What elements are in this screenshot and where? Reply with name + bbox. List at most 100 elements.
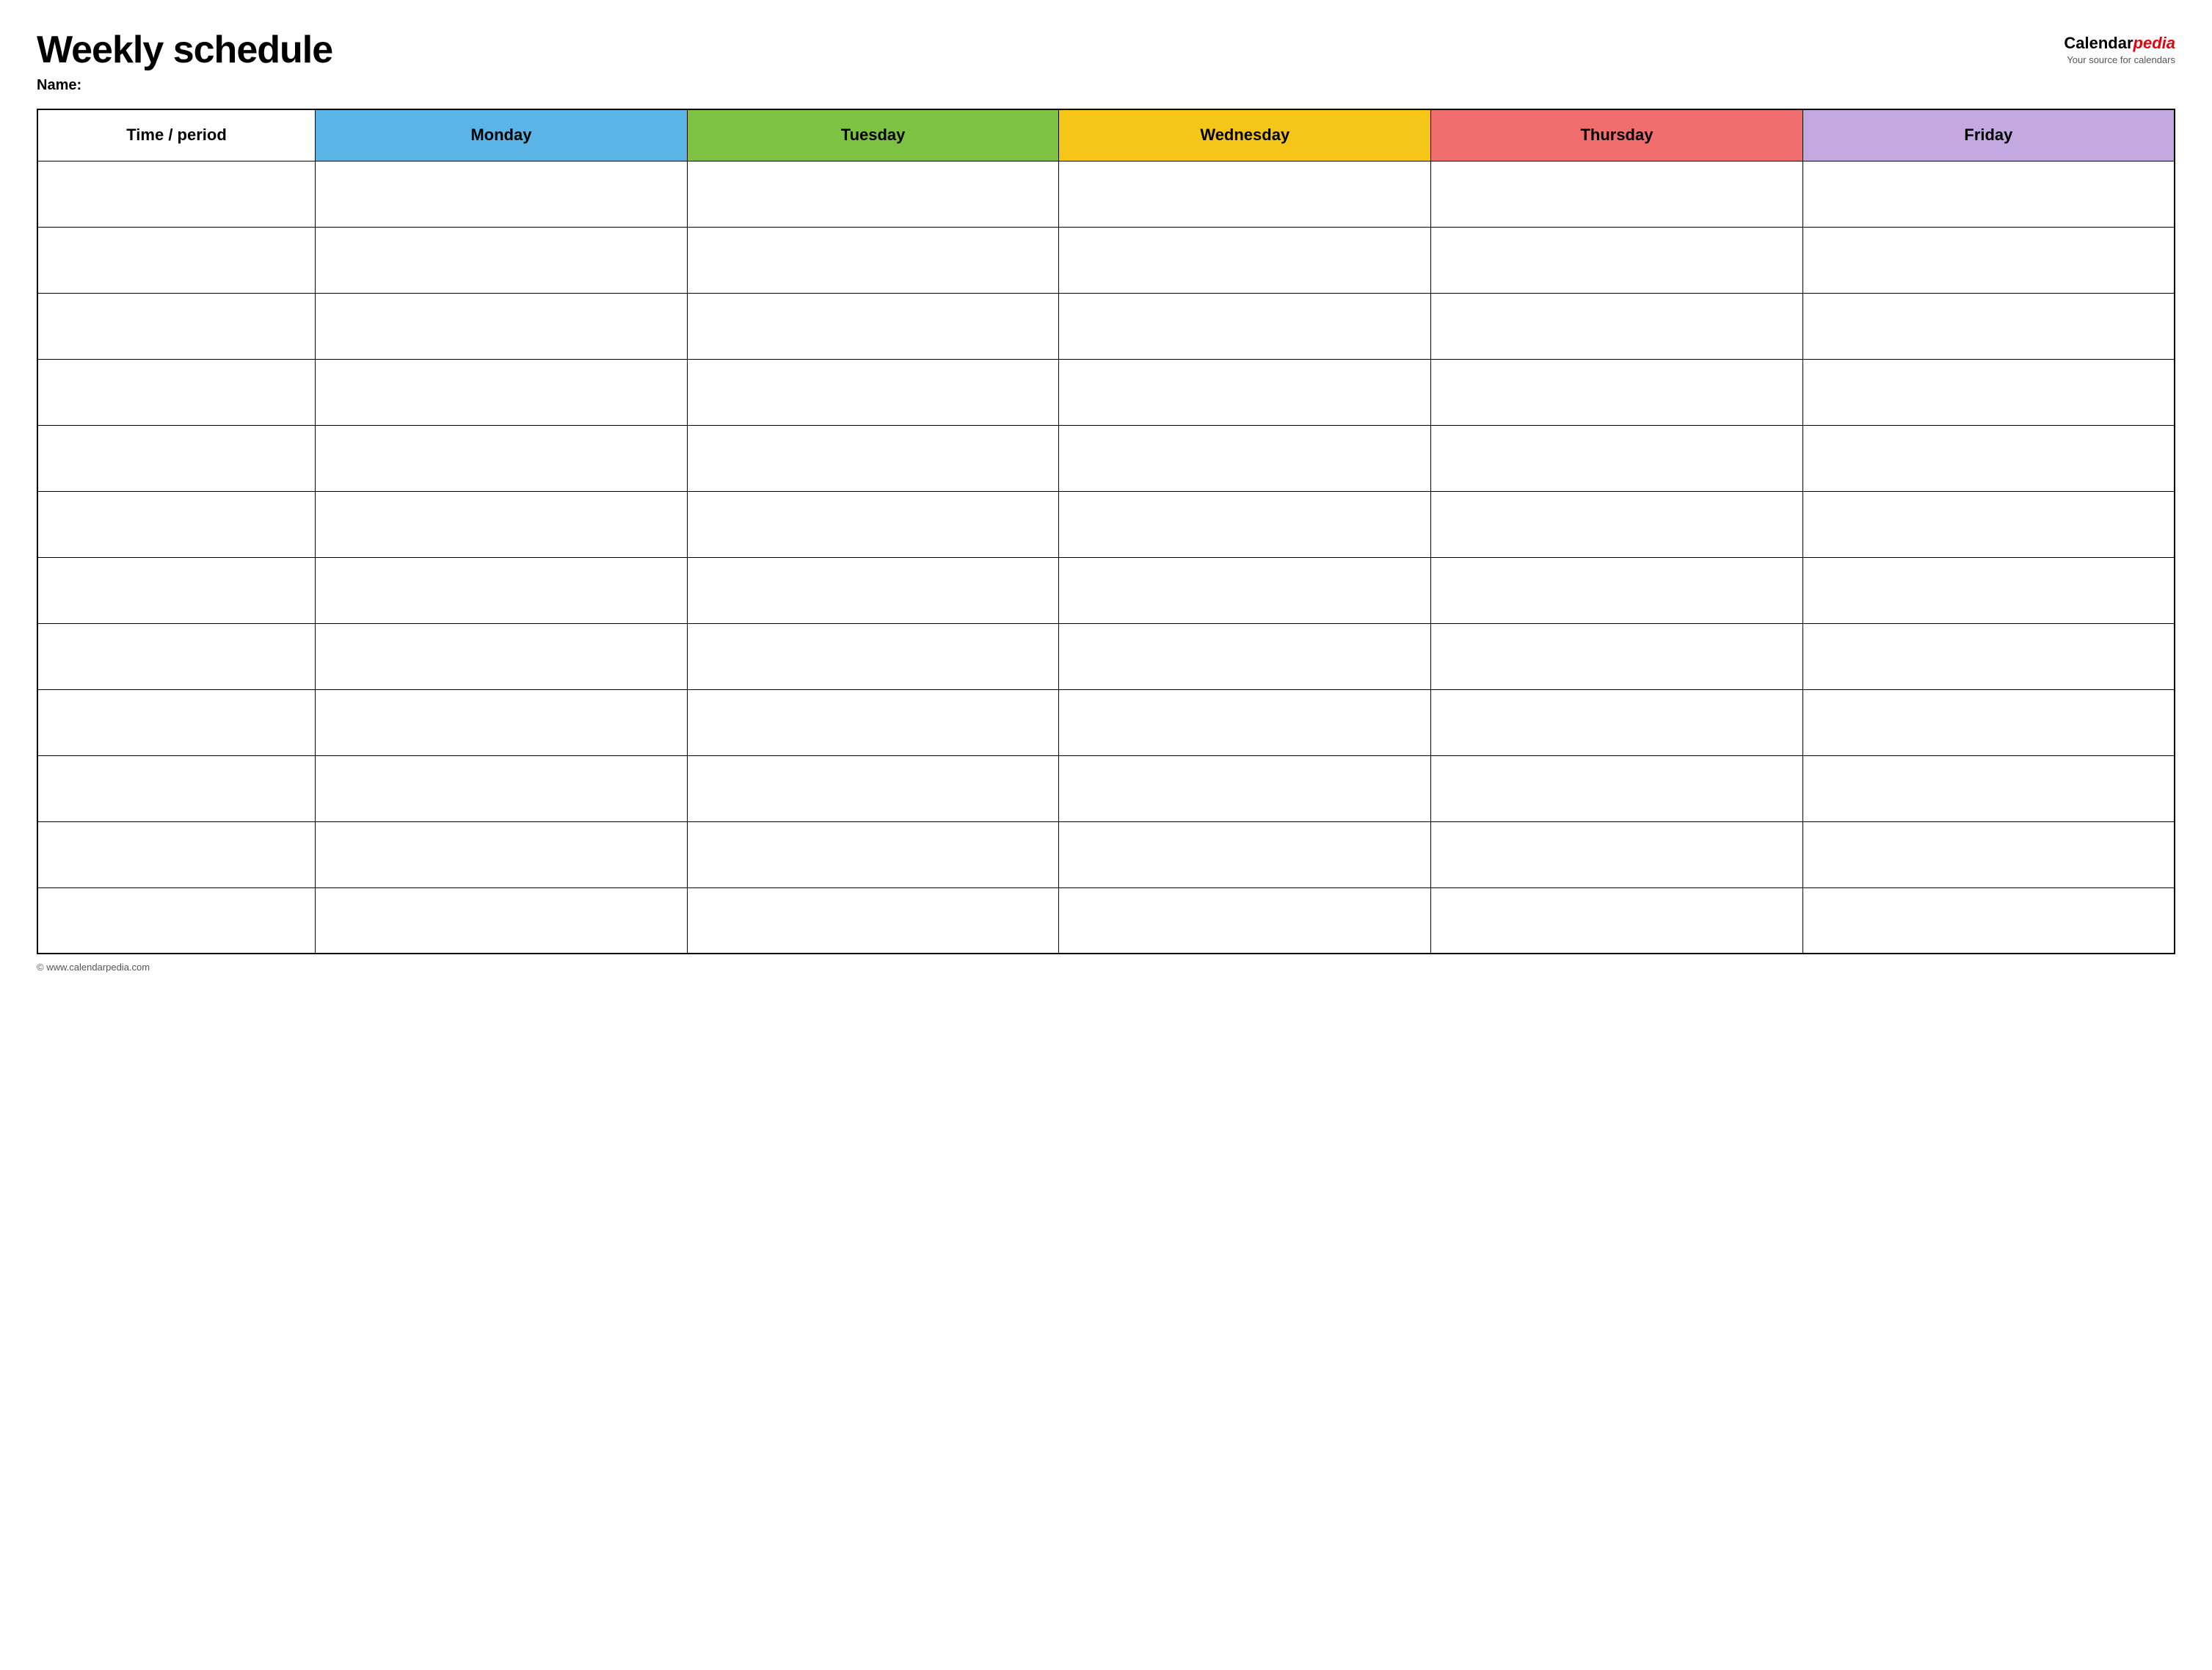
col-header-friday: Friday: [1802, 109, 2175, 161]
logo-italic-text: pedia: [2133, 34, 2175, 52]
schedule-cell[interactable]: [1431, 425, 1803, 491]
schedule-cell[interactable]: [316, 359, 688, 425]
schedule-cell[interactable]: [316, 821, 688, 887]
col-header-tuesday: Tuesday: [687, 109, 1059, 161]
schedule-table: Time / period Monday Tuesday Wednesday T…: [37, 109, 2175, 954]
schedule-cell[interactable]: [1802, 557, 2175, 623]
schedule-cell[interactable]: [687, 359, 1059, 425]
schedule-cell[interactable]: [1802, 689, 2175, 755]
schedule-cell[interactable]: [1431, 755, 1803, 821]
time-cell[interactable]: [37, 689, 316, 755]
schedule-cell[interactable]: [1059, 887, 1431, 954]
schedule-cell[interactable]: [687, 557, 1059, 623]
time-cell[interactable]: [37, 491, 316, 557]
schedule-cell[interactable]: [687, 887, 1059, 954]
schedule-cell[interactable]: [1431, 359, 1803, 425]
header-row: Time / period Monday Tuesday Wednesday T…: [37, 109, 2175, 161]
schedule-cell[interactable]: [1802, 623, 2175, 689]
schedule-cell[interactable]: [316, 623, 688, 689]
col-header-monday: Monday: [316, 109, 688, 161]
schedule-cell[interactable]: [316, 425, 688, 491]
time-cell[interactable]: [37, 821, 316, 887]
table-row: [37, 557, 2175, 623]
table-row: [37, 227, 2175, 293]
time-cell[interactable]: [37, 425, 316, 491]
schedule-cell[interactable]: [1431, 623, 1803, 689]
schedule-cell[interactable]: [1802, 293, 2175, 359]
logo-text: Calendarpedia: [2064, 34, 2175, 53]
time-cell[interactable]: [37, 887, 316, 954]
table-row: [37, 425, 2175, 491]
schedule-cell[interactable]: [316, 755, 688, 821]
table-row: [37, 887, 2175, 954]
schedule-cell[interactable]: [1431, 557, 1803, 623]
schedule-cell[interactable]: [687, 491, 1059, 557]
time-cell[interactable]: [37, 161, 316, 227]
schedule-cell[interactable]: [1802, 491, 2175, 557]
time-cell[interactable]: [37, 293, 316, 359]
schedule-cell[interactable]: [1431, 161, 1803, 227]
table-row: [37, 359, 2175, 425]
schedule-cell[interactable]: [316, 557, 688, 623]
schedule-cell[interactable]: [687, 425, 1059, 491]
schedule-cell[interactable]: [1059, 227, 1431, 293]
schedule-cell[interactable]: [1059, 821, 1431, 887]
table-row: [37, 821, 2175, 887]
time-cell[interactable]: [37, 359, 316, 425]
schedule-cell[interactable]: [1059, 689, 1431, 755]
schedule-cell[interactable]: [316, 293, 688, 359]
page-title: Weekly schedule: [37, 29, 332, 71]
page-header: Weekly schedule Name: Calendarpedia Your…: [37, 29, 2175, 94]
schedule-cell[interactable]: [1059, 755, 1431, 821]
schedule-cell[interactable]: [687, 689, 1059, 755]
schedule-cell[interactable]: [1802, 821, 2175, 887]
time-cell[interactable]: [37, 227, 316, 293]
schedule-cell[interactable]: [316, 887, 688, 954]
schedule-cell[interactable]: [1802, 161, 2175, 227]
schedule-cell[interactable]: [1431, 293, 1803, 359]
schedule-cell[interactable]: [1431, 887, 1803, 954]
schedule-cell[interactable]: [316, 227, 688, 293]
schedule-cell[interactable]: [687, 623, 1059, 689]
table-row: [37, 293, 2175, 359]
schedule-cell[interactable]: [687, 821, 1059, 887]
schedule-cell[interactable]: [1059, 161, 1431, 227]
schedule-cell[interactable]: [1802, 755, 2175, 821]
time-cell[interactable]: [37, 623, 316, 689]
schedule-cell[interactable]: [687, 227, 1059, 293]
schedule-cell[interactable]: [316, 689, 688, 755]
schedule-cell[interactable]: [687, 293, 1059, 359]
table-row: [37, 161, 2175, 227]
schedule-cell[interactable]: [1059, 293, 1431, 359]
table-row: [37, 755, 2175, 821]
schedule-cell[interactable]: [1802, 887, 2175, 954]
schedule-cell[interactable]: [1431, 491, 1803, 557]
schedule-cell[interactable]: [1059, 359, 1431, 425]
schedule-cell[interactable]: [1059, 425, 1431, 491]
schedule-cell[interactable]: [1802, 359, 2175, 425]
logo-block: Calendarpedia Your source for calendars: [2064, 29, 2175, 65]
col-header-thursday: Thursday: [1431, 109, 1803, 161]
schedule-cell[interactable]: [687, 755, 1059, 821]
col-header-wednesday: Wednesday: [1059, 109, 1431, 161]
col-header-time: Time / period: [37, 109, 316, 161]
schedule-cell[interactable]: [1059, 557, 1431, 623]
schedule-cell[interactable]: [687, 161, 1059, 227]
schedule-cell[interactable]: [1059, 491, 1431, 557]
schedule-cell[interactable]: [1802, 425, 2175, 491]
schedule-cell[interactable]: [1802, 227, 2175, 293]
schedule-cell[interactable]: [316, 161, 688, 227]
table-row: [37, 689, 2175, 755]
time-cell[interactable]: [37, 755, 316, 821]
schedule-cell[interactable]: [1059, 623, 1431, 689]
logo-tagline: Your source for calendars: [2064, 54, 2175, 65]
schedule-cell[interactable]: [316, 491, 688, 557]
title-block: Weekly schedule Name:: [37, 29, 332, 94]
schedule-cell[interactable]: [1431, 227, 1803, 293]
schedule-cell[interactable]: [1431, 689, 1803, 755]
logo-calendar-text: Calendar: [2064, 34, 2133, 52]
schedule-cell[interactable]: [1431, 821, 1803, 887]
footer-url: © www.calendarpedia.com: [37, 962, 2175, 973]
name-label: Name:: [37, 77, 332, 94]
time-cell[interactable]: [37, 557, 316, 623]
